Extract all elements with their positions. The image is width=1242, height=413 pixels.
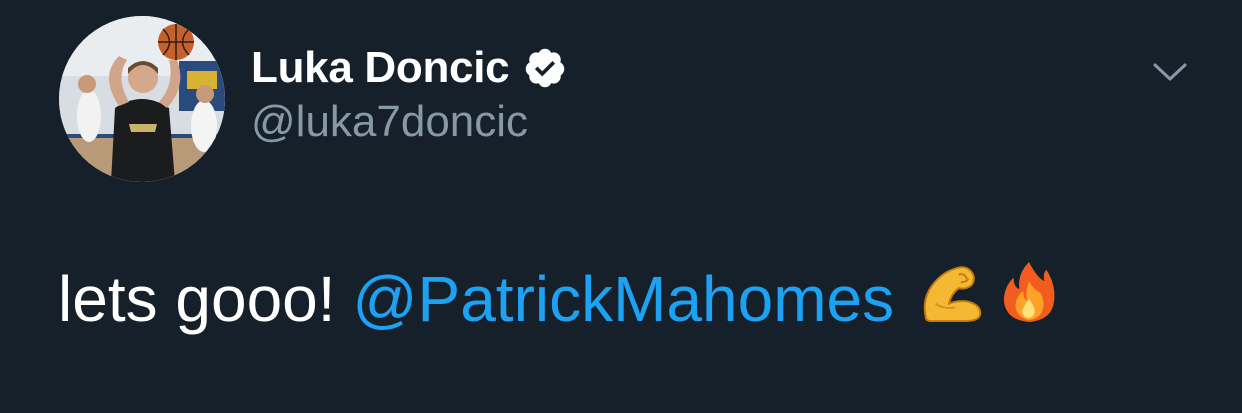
avatar[interactable] <box>59 16 225 182</box>
fire-emoji <box>1000 258 1058 339</box>
author-handle[interactable]: @luka7doncic <box>251 100 528 144</box>
tweet-text-content: lets gooo! <box>58 262 336 335</box>
tweet-text: lets gooo! @PatrickMahomes <box>58 258 1058 339</box>
tweet-card: Luka Doncic @luka7doncic lets gooo! @Pat… <box>0 0 1242 413</box>
author-name-row: Luka Doncic <box>251 38 567 98</box>
chevron-down-icon[interactable] <box>1152 58 1188 86</box>
avatar-photo <box>59 16 225 182</box>
mention-link[interactable]: @PatrickMahomes <box>353 263 895 334</box>
flexed-biceps-emoji <box>916 261 986 336</box>
verified-badge-icon <box>523 46 567 90</box>
display-name[interactable]: Luka Doncic <box>251 46 510 90</box>
